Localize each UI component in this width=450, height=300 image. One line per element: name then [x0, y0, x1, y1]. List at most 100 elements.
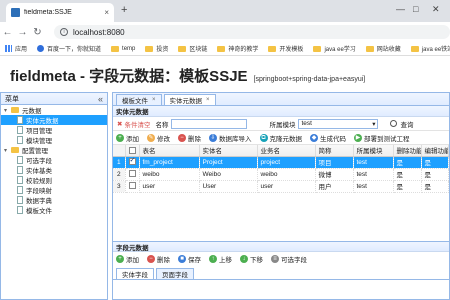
table-cell: 项目: [315, 156, 354, 169]
address-bar[interactable]: i localhost:8080: [54, 25, 450, 39]
sidebar-item[interactable]: 字段映射: [1, 185, 107, 195]
bookmark-item[interactable]: 百度一下，你就知道: [37, 44, 101, 53]
bookmark-item[interactable]: 区块链: [178, 44, 207, 53]
bookmark-item[interactable]: 应用: [5, 44, 27, 53]
bookmark-item[interactable]: java ee学习: [313, 44, 356, 53]
close-icon[interactable]: ×: [152, 97, 156, 103]
edit-button[interactable]: ✎ 修改: [147, 133, 170, 143]
save-button[interactable]: ■ 保存: [178, 254, 201, 264]
info-icon[interactable]: i: [60, 28, 68, 36]
delete-button[interactable]: − 删除: [178, 133, 201, 143]
sidebar-item[interactable]: 校验规则: [1, 175, 107, 185]
sidebar-item[interactable]: 可选字段: [1, 155, 107, 165]
sidebar-item[interactable]: ▾ 配置管理: [1, 145, 107, 155]
sidebar-item[interactable]: 实体元数据: [1, 115, 107, 125]
sidebar-item[interactable]: 实体基类: [1, 165, 107, 175]
sidebar-item-label: 可选字段: [26, 158, 52, 165]
row-select-cell[interactable]: [125, 168, 140, 181]
column-header[interactable]: 简称: [315, 145, 354, 157]
column-header[interactable]: 业务名: [257, 145, 316, 157]
expand-icon[interactable]: ▾: [4, 107, 11, 114]
column-header[interactable]: 编辑功能: [421, 145, 449, 157]
tab-item[interactable]: 实体元数据 ×: [163, 94, 216, 105]
maximize-button[interactable]: □: [413, 4, 418, 14]
tab-item[interactable]: 页面字段: [156, 268, 194, 279]
add-button[interactable]: + 添加: [116, 133, 139, 143]
column-header[interactable]: 实体名: [199, 145, 258, 157]
move-up-button[interactable]: ↑ 上移: [209, 254, 232, 264]
browser-tab[interactable]: fieldmeta:SSJE ×: [6, 3, 114, 22]
row-number: 3: [113, 180, 126, 193]
bookmark-item[interactable]: 投资: [145, 44, 168, 53]
bookmark-item[interactable]: java ee铁站: [410, 44, 450, 53]
row-number: 1: [113, 156, 126, 169]
bookmark-label: 神奇的教学: [228, 47, 259, 53]
expand-icon[interactable]: ▾: [4, 147, 11, 154]
table-row[interactable]: 1fm_projectProjectproject项目test是是: [113, 156, 449, 169]
baidu-icon: [37, 45, 45, 52]
sidebar-item[interactable]: ▾ 元数据: [1, 105, 107, 115]
field-tabs: 实体字段 页面字段: [113, 267, 449, 280]
table-row[interactable]: 2 weibo Weibo weibo 微博 test 是是: [113, 168, 449, 181]
row-select-cell[interactable]: [125, 156, 140, 169]
browser-tabstrip: fieldmeta:SSJE × + — □ ✕: [0, 0, 450, 22]
search-button[interactable]: 查询: [390, 119, 413, 129]
bookmark-item[interactable]: 网站收藏: [365, 44, 401, 53]
sidebar-item-label: 模块管理: [26, 138, 52, 145]
row-number-header: [113, 145, 126, 157]
table-cell: test: [353, 168, 394, 181]
new-tab-button[interactable]: +: [121, 4, 127, 16]
sidebar-item[interactable]: 项目管理: [1, 125, 107, 135]
delete-icon: −: [147, 255, 155, 263]
deploy-button[interactable]: ▶ 部署到测试工程: [354, 133, 410, 143]
sidebar-item-label: 实体元数据: [26, 118, 59, 125]
bookmark-item[interactable]: 神奇的教学: [217, 44, 258, 53]
folder-icon: [268, 45, 277, 52]
sidebar-item[interactable]: 数据字典: [1, 195, 107, 205]
add-icon: +: [116, 255, 124, 263]
delete-button[interactable]: − 删除: [147, 254, 170, 264]
reload-icon[interactable]: ↻: [30, 27, 45, 38]
sidebar-item[interactable]: 模板文件: [1, 205, 107, 215]
clone-button[interactable]: ⧉ 克隆元数据: [259, 133, 302, 143]
folder-icon: [11, 147, 19, 153]
clear-conditions-button[interactable]: 条件清空: [124, 119, 150, 129]
bookmarks-bar: 应用 百度一下，你就知道 temp 投资 区块链 神奇的教学 开发模板 java ee学习 网站…: [0, 42, 450, 56]
select-all-checkbox[interactable]: [128, 146, 136, 154]
column-header[interactable]: 删除功能: [393, 145, 422, 157]
bookmark-label: 网站收藏: [376, 47, 401, 53]
codegen-button[interactable]: ◆ 生成代码: [310, 133, 346, 143]
table-cell: 是: [393, 156, 422, 169]
bookmark-item[interactable]: 开发模板: [268, 44, 303, 53]
table-row[interactable]: 3 user User user 用户 test 是是: [113, 180, 449, 193]
forward-icon[interactable]: →: [15, 27, 30, 38]
module-select[interactable]: test ▾: [298, 118, 379, 129]
column-header[interactable]: 所属模块: [353, 145, 394, 157]
tab-item[interactable]: 模板文件 ×: [116, 94, 162, 105]
row-checkbox[interactable]: [128, 156, 136, 166]
column-header[interactable]: 表名: [139, 145, 200, 157]
select-all-header[interactable]: [125, 145, 140, 157]
bookmark-label: 开发模板: [279, 47, 304, 53]
row-select-cell[interactable]: [125, 180, 140, 193]
favicon-icon: [11, 8, 20, 17]
move-down-button[interactable]: ↓ 下移: [240, 254, 263, 264]
close-tab-icon[interactable]: ×: [104, 8, 109, 17]
close-icon[interactable]: ×: [206, 97, 210, 103]
add-button[interactable]: + 添加: [116, 254, 139, 264]
close-window-button[interactable]: ✕: [432, 4, 440, 15]
name-input[interactable]: [171, 118, 248, 129]
optional-fields-button[interactable]: ≡ 可选字段: [271, 254, 307, 264]
db-import-button[interactable]: ⇩ 数据库导入: [209, 133, 252, 143]
page-title: fieldmeta - 字段元数据：模板SSJE: [10, 68, 248, 85]
sidebar-item[interactable]: 模块管理: [1, 135, 107, 145]
minimize-button[interactable]: —: [396, 4, 405, 14]
tab-item[interactable]: 实体字段: [116, 268, 154, 279]
row-checkbox[interactable]: [128, 170, 136, 178]
collapse-icon[interactable]: «: [98, 94, 103, 104]
clear-icon[interactable]: ✖: [117, 120, 122, 128]
back-icon[interactable]: ←: [0, 27, 15, 38]
row-checkbox[interactable]: [128, 182, 136, 190]
main-tabs: 模板文件 × 实体元数据 ×: [113, 93, 449, 106]
bookmark-item[interactable]: temp: [111, 45, 135, 52]
